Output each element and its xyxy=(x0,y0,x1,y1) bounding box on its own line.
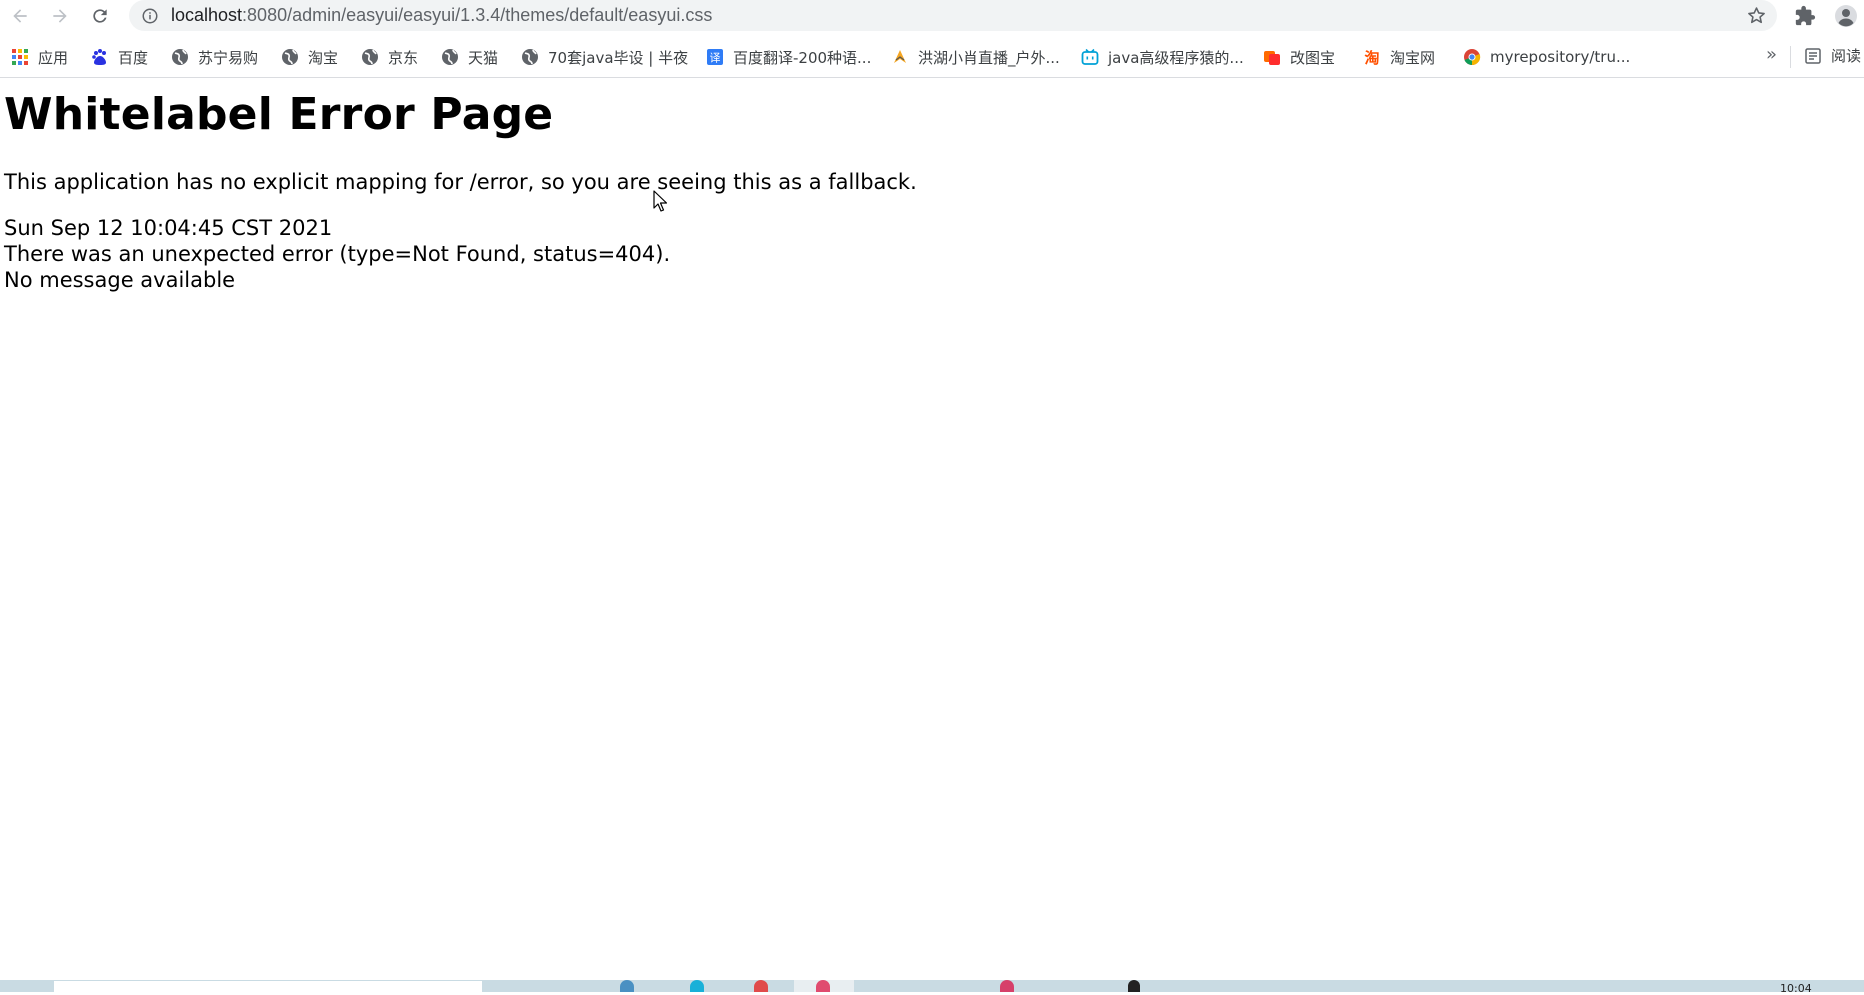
translate-icon: 译 xyxy=(706,48,724,66)
bookmark-label: 百度翻译-200种语... xyxy=(733,48,872,67)
bookmark-label: 淘宝 xyxy=(308,48,339,67)
taskbar-app-icon[interactable] xyxy=(1000,980,1014,992)
bookmark-suning[interactable]: 苏宁易购 xyxy=(171,45,258,69)
error-details: Sun Sep 12 10:04:45 CST 2021 There was a… xyxy=(4,215,1854,293)
globe-icon xyxy=(361,48,379,66)
browser-toolbar: localhost:8080/admin/easyui/easyui/1.3.4… xyxy=(0,0,1864,33)
reading-list-button[interactable]: 阅读 xyxy=(1804,45,1861,66)
back-button[interactable] xyxy=(7,3,33,29)
bookmark-label: 百度 xyxy=(118,48,149,67)
bilibili-icon xyxy=(1081,48,1099,66)
apps-grid-icon xyxy=(11,48,29,66)
mouse-cursor-icon xyxy=(653,190,667,212)
bookmark-bilibili[interactable]: java高级程序猿的... xyxy=(1081,45,1244,69)
huya-icon xyxy=(891,48,909,66)
taskbar-app-icon[interactable] xyxy=(754,980,768,992)
bookmark-label: java高级程序猿的... xyxy=(1108,48,1244,67)
gaitubao-icon xyxy=(1263,48,1281,66)
bookmark-apps[interactable]: 应用 xyxy=(11,45,68,69)
forward-button[interactable] xyxy=(47,3,73,29)
address-bar[interactable]: localhost:8080/admin/easyui/easyui/1.3.4… xyxy=(129,0,1777,31)
bookmark-label: 改图宝 xyxy=(1290,48,1336,67)
url-host: localhost xyxy=(171,5,243,25)
baidu-paw-icon xyxy=(91,48,109,66)
error-description: There was an unexpected error (type=Not … xyxy=(4,242,671,266)
taskbar-app-icon[interactable] xyxy=(816,980,830,992)
arrow-left-icon xyxy=(13,9,27,23)
taskbar-clock: 10:04 xyxy=(1780,982,1812,995)
url-path: :8080/admin/easyui/easyui/1.3.4/themes/d… xyxy=(242,5,713,25)
taskbar-app-icon[interactable] xyxy=(620,980,634,992)
bookmark-myrepository[interactable]: myrepository/tru... xyxy=(1463,45,1630,69)
bookmark-label: 天猫 xyxy=(468,48,499,67)
bookmark-label: myrepository/tru... xyxy=(1490,48,1631,66)
bookmark-label: 洪湖小肖直播_户外... xyxy=(918,48,1060,67)
error-timestamp: Sun Sep 12 10:04:45 CST 2021 xyxy=(4,216,333,240)
svg-text:译: 译 xyxy=(710,52,721,65)
bookmark-jd[interactable]: 京东 xyxy=(361,45,418,69)
globe-icon xyxy=(521,48,539,66)
taskbar-app-icon[interactable] xyxy=(1128,980,1140,992)
taskbar-search-box[interactable] xyxy=(54,981,482,992)
globe-icon xyxy=(441,48,459,66)
bookmark-star-icon[interactable] xyxy=(1746,5,1767,26)
bookmark-label: 淘宝网 xyxy=(1390,48,1436,67)
reload-icon xyxy=(93,9,107,23)
bookmark-huya[interactable]: 洪湖小肖直播_户外... xyxy=(891,45,1060,69)
page-body: Whitelabel Error Page This application h… xyxy=(4,80,1854,293)
bookmark-label: 苏宁易购 xyxy=(198,48,259,67)
globe-icon xyxy=(171,48,189,66)
taskbar-app-icon[interactable] xyxy=(690,980,704,992)
reload-button[interactable] xyxy=(87,3,113,29)
bookmark-java-projects[interactable]: 70套java毕设 | 半夜 xyxy=(521,45,688,69)
bookmark-tmall[interactable]: 天猫 xyxy=(441,45,498,69)
bookmark-taobao-net[interactable]: 淘 淘宝网 xyxy=(1363,45,1435,69)
bookmark-label: 京东 xyxy=(388,48,419,67)
arrow-right-icon xyxy=(53,9,67,23)
page-title: Whitelabel Error Page xyxy=(4,89,554,140)
puzzle-icon xyxy=(1795,5,1816,26)
taobao-icon: 淘 xyxy=(1363,48,1381,66)
bookmark-label: 70套java毕设 | 半夜 xyxy=(548,48,689,67)
fallback-message: This application has no explicit mapping… xyxy=(4,170,917,194)
bookmark-label: 应用 xyxy=(38,48,69,67)
bookmark-baidu[interactable]: 百度 xyxy=(91,45,148,69)
error-detail: No message available xyxy=(4,268,236,292)
bookmark-gaitubao[interactable]: 改图宝 xyxy=(1263,45,1335,69)
bookmark-baidu-translate[interactable]: 译 百度翻译-200种语... xyxy=(706,45,871,69)
url-text[interactable]: localhost:8080/admin/easyui/easyui/1.3.4… xyxy=(171,5,712,26)
globe-icon xyxy=(281,48,299,66)
bookmark-taobao[interactable]: 淘宝 xyxy=(281,45,338,69)
chrome-icon xyxy=(1463,48,1481,66)
reading-list-icon xyxy=(1805,47,1821,64)
info-icon[interactable] xyxy=(141,7,159,25)
svg-text:淘: 淘 xyxy=(1363,49,1379,66)
taskbar xyxy=(0,980,1864,992)
reading-list-label: 阅读 xyxy=(1831,47,1862,65)
extensions-button[interactable] xyxy=(1793,4,1817,28)
bookmarks-overflow-button[interactable]: » xyxy=(1766,44,1777,65)
avatar-icon xyxy=(1835,5,1857,27)
bookmarks-divider xyxy=(1790,46,1791,68)
profile-button[interactable] xyxy=(1834,4,1858,28)
